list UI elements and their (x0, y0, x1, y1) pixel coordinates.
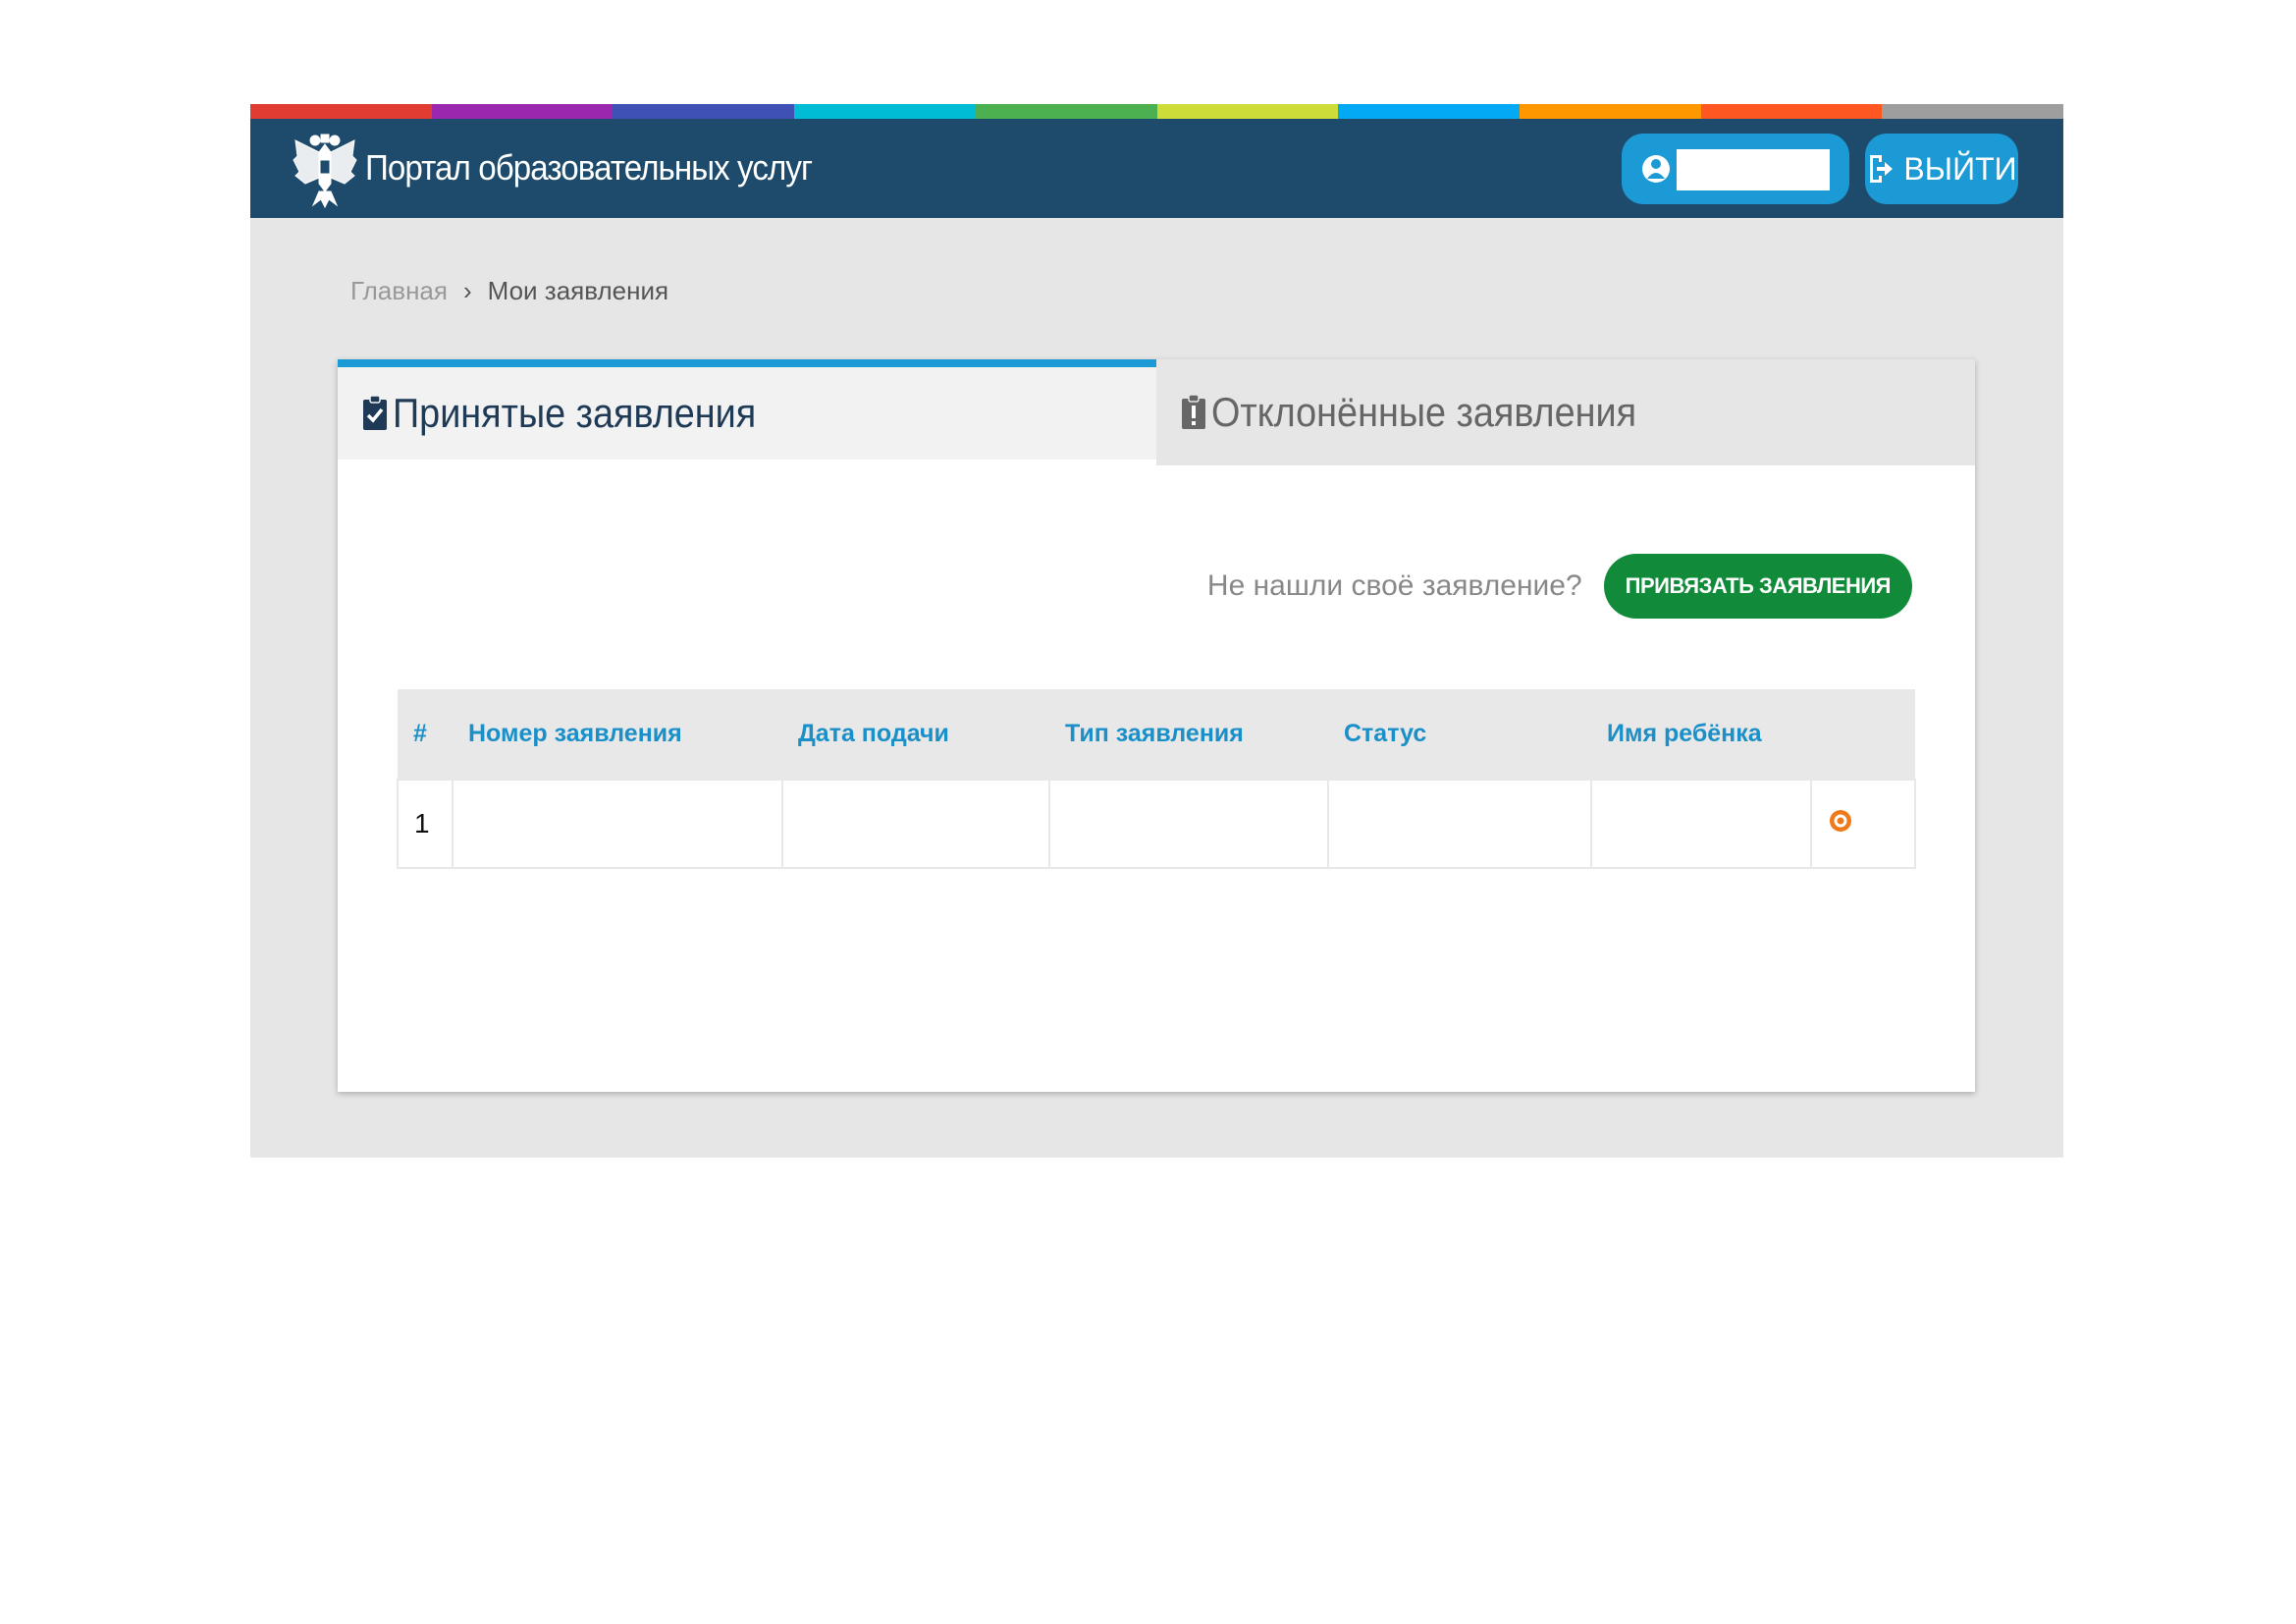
applications-card: Принятые заявления Отклонённые заявления… (338, 359, 1975, 1092)
breadcrumb-separator: › (462, 276, 472, 305)
tab-rejected-label: Отклонённые заявления (1211, 389, 1637, 435)
stripe-segment (431, 104, 614, 119)
logout-button[interactable]: ВЫЙТИ (1865, 134, 2018, 204)
cell-status (1327, 779, 1592, 869)
stripe-segment (975, 104, 1157, 119)
stripe-segment (250, 104, 432, 119)
portal-title[interactable]: Портал образовательных услуг (365, 142, 813, 193)
stripe-segment (1338, 104, 1520, 119)
col-child: Имя ребёнка (1607, 720, 1762, 747)
applications-table: # Номер заявления Дата подачи Тип заявле… (397, 689, 1916, 869)
logout-label: ВЫЙТИ (1903, 150, 2017, 187)
not-found-block: Не нашли своё заявление? ПРИВЯЗАТЬ ЗАЯВЛ… (1207, 554, 1912, 619)
clipboard-check-icon (363, 395, 387, 430)
tab-accepted-label: Принятые заявления (393, 390, 757, 436)
tab-rejected[interactable]: Отклонённые заявления (1156, 359, 1975, 465)
col-date: Дата подачи (798, 720, 949, 747)
col-index: # (413, 720, 427, 747)
col-actions (1811, 689, 1915, 780)
col-number: Номер заявления (468, 720, 682, 747)
stripe-segment (1882, 104, 2064, 119)
cell-date (781, 779, 1050, 869)
stripe-segment (613, 104, 795, 119)
color-stripe (250, 104, 2064, 119)
cell-actions (1810, 779, 1916, 869)
not-found-text: Не нашли своё заявление? (1206, 569, 1582, 602)
sign-out-icon (1870, 155, 1894, 183)
page-frame: Портал образовательных услуг ВЫЙТИ Главн… (250, 104, 2064, 1158)
tab-accepted[interactable]: Принятые заявления (338, 359, 1156, 460)
stripe-segment (1700, 104, 1883, 119)
col-status: Статус (1344, 720, 1427, 747)
breadcrumb: Главная › Мои заявления (350, 276, 668, 306)
applications-table-wrap: # Номер заявления Дата подачи Тип заявле… (397, 689, 1916, 869)
col-type: Тип заявления (1065, 720, 1244, 747)
coat-of-arms-icon[interactable] (292, 131, 358, 209)
user-profile-button[interactable] (1622, 134, 1849, 204)
bind-applications-button[interactable]: ПРИВЯЗАТЬ ЗАЯВЛЕНИЯ (1603, 554, 1912, 619)
site-header: Портал образовательных услуг ВЫЙТИ (250, 119, 2063, 218)
clipboard-exclamation-icon (1182, 394, 1205, 429)
circle-info-icon[interactable] (1828, 808, 1853, 834)
cell-type (1048, 779, 1329, 869)
breadcrumb-current: Мои заявления (487, 276, 669, 305)
breadcrumb-home[interactable]: Главная (350, 276, 448, 306)
table-header-row: # Номер заявления Дата подачи Тип заявле… (398, 689, 1915, 780)
user-icon (1642, 155, 1670, 183)
cell-child (1590, 779, 1812, 869)
table-row[interactable]: 1 (397, 779, 1916, 869)
stripe-segment (1519, 104, 1701, 119)
stripe-segment (1156, 104, 1339, 119)
cell-number (452, 779, 783, 869)
tabs: Принятые заявления Отклонённые заявления (338, 359, 1975, 465)
user-name (1677, 149, 1830, 190)
cell-index: 1 (397, 779, 454, 869)
stripe-segment (794, 104, 976, 119)
